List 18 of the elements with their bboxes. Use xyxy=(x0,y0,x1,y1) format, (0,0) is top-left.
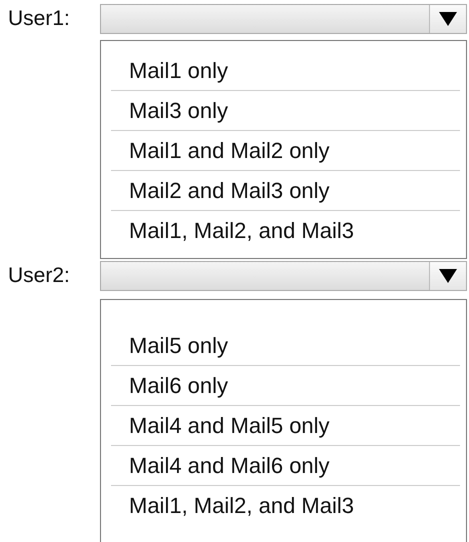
dropdown-option[interactable]: Mail3 only xyxy=(111,91,460,131)
dropdown-button[interactable] xyxy=(429,5,466,33)
dropdown-option[interactable]: Mail1, Mail2, and Mail3 xyxy=(111,486,460,525)
field-label: User1: xyxy=(7,7,71,31)
dropdown-option[interactable]: Mail1, Mail2, and Mail3 xyxy=(111,211,460,250)
dropdown-option[interactable]: Mail4 and Mail6 only xyxy=(111,446,460,486)
dropdown-option[interactable]: Mail5 only xyxy=(111,326,460,366)
dropdown-field[interactable] xyxy=(100,4,467,34)
dropdown-option[interactable]: Mail1 and Mail2 only xyxy=(111,131,460,171)
dropdown-field[interactable] xyxy=(100,261,467,291)
dropdown-option[interactable]: Mail2 and Mail3 only xyxy=(111,171,460,211)
dropdown-option[interactable]: Mail4 and Mail5 only xyxy=(111,406,460,446)
dropdown-option[interactable]: Mail6 only xyxy=(111,366,460,406)
caret-icon xyxy=(439,269,457,283)
field-label: User2: xyxy=(7,264,71,288)
caret-icon xyxy=(439,12,457,26)
dropdown-option[interactable]: Mail1 only xyxy=(111,51,460,91)
dropdown-button[interactable] xyxy=(429,262,466,290)
